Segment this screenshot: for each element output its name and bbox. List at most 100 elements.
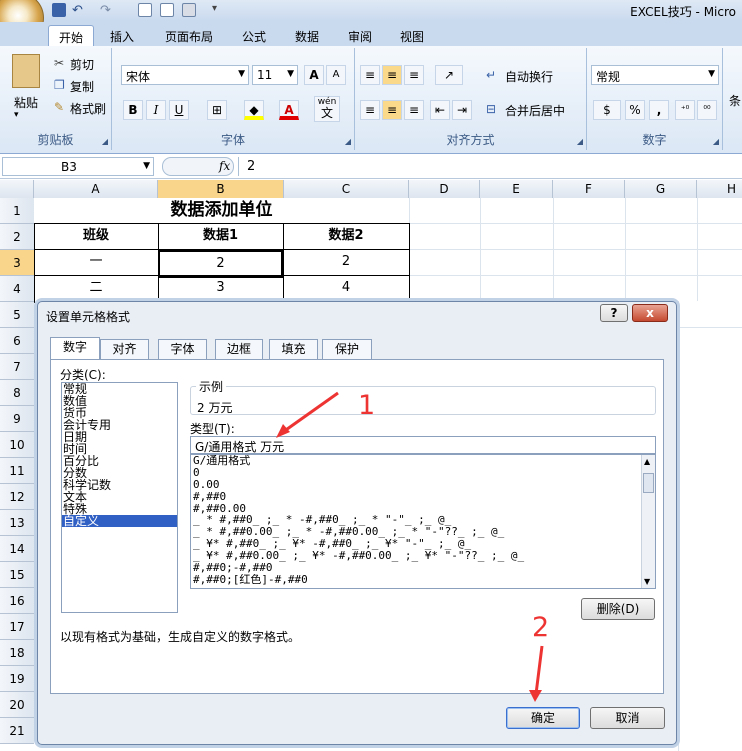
conditional-format-button[interactable]: 条 [729,92,741,109]
tab-alignment[interactable]: 对齐 [100,339,149,359]
category-item-selected[interactable]: 自定义 [62,515,177,527]
top-align-icon[interactable]: ≡ [360,65,380,85]
format-item[interactable]: #,##0;-#,##0 [191,562,655,574]
middle-align-icon[interactable]: ≡ [382,65,402,85]
paste-icon[interactable] [12,54,40,88]
percent-button[interactable]: % [625,100,645,120]
tab-fill[interactable]: 填充 [269,339,318,359]
format-list-scrollbar[interactable]: ▲ ▼ [641,455,655,588]
format-item[interactable]: 0 [191,467,655,479]
row-header[interactable]: 8 [0,380,34,406]
paste-dropdown-icon[interactable]: ▾ [14,110,19,120]
shrink-font-button[interactable]: A [326,65,346,85]
decrease-decimal-icon[interactable]: ⁰⁰ [697,100,717,120]
column-header-f[interactable]: F [553,180,625,198]
row-header[interactable]: 19 [0,666,34,692]
orientation-icon[interactable]: ↗ [435,65,463,85]
phonetic-button[interactable]: wén 文 [314,96,340,122]
undo-icon[interactable]: ↶ [72,3,86,18]
category-item[interactable]: 分数 [62,467,177,479]
table-cell[interactable]: 4 [283,276,409,300]
formula-input[interactable]: 2 [238,157,740,176]
row-header[interactable]: 12 [0,484,34,510]
delete-button[interactable]: 删除(D) [581,598,655,620]
tab-number[interactable]: 数字 [50,337,100,360]
format-item[interactable]: #,##0 [191,491,655,503]
tab-formulas[interactable]: 公式 [232,25,276,46]
row-header[interactable]: 4 [0,276,34,302]
column-header-a[interactable]: A [34,180,158,198]
row-header[interactable]: 20 [0,692,34,718]
tab-protection[interactable]: 保护 [322,339,372,359]
comma-button[interactable]: , [649,100,669,120]
row-header[interactable]: 9 [0,406,34,432]
customize-qat-icon[interactable]: ▾ [212,3,226,17]
row-header[interactable]: 7 [0,354,34,380]
category-list[interactable]: 常规 数值 货币 会计专用 日期 时间 百分比 分数 科学记数 文本 特殊 自定… [61,382,178,613]
tab-review[interactable]: 审阅 [338,25,382,46]
font-size-combo[interactable]: 11 ▼ [252,65,298,85]
row-header[interactable]: 5 [0,302,34,328]
column-header-b[interactable]: B [158,180,284,198]
increase-decimal-icon[interactable]: ⁺⁰ [675,100,695,120]
column-header-h[interactable]: H [697,180,742,198]
borders-icon[interactable]: ⊞ [207,100,227,120]
scroll-up-icon[interactable]: ▲ [644,457,650,466]
number-format-combo[interactable]: 常规 ▼ [591,65,719,85]
select-all-corner[interactable] [0,180,34,198]
underline-button[interactable]: U [169,100,189,120]
row-header[interactable]: 16 [0,588,34,614]
copy-button[interactable]: 复制 [70,78,94,95]
category-item[interactable]: 百分比 [62,455,177,467]
column-header-g[interactable]: G [625,180,697,198]
tab-insert[interactable]: 插入 [100,25,144,46]
format-item[interactable]: _ ¥* #,##0.00_ ;_ ¥* -#,##0.00_ ;_ ¥* "-… [191,550,655,562]
format-item[interactable]: #,##0;[红色]-#,##0 [191,574,655,586]
table-cell[interactable]: 2 [283,250,409,274]
row-header[interactable]: 18 [0,640,34,666]
ok-button[interactable]: 确定 [506,707,580,729]
font-color-icon[interactable]: A [279,100,299,120]
merge-center-button[interactable]: 合并后居中 [505,102,565,119]
row-header[interactable]: 3 [0,250,34,276]
row-header[interactable]: 14 [0,536,34,562]
table-cell[interactable]: 3 [158,276,283,300]
bold-button[interactable]: B [123,100,143,120]
format-item[interactable]: G/通用格式 [191,455,655,467]
sheet-title[interactable]: 数据添加单位 [34,198,409,223]
print-preview-icon[interactable] [160,3,174,17]
align-left-icon[interactable]: ≡ [360,100,380,120]
category-item[interactable]: 时间 [62,443,177,455]
category-item[interactable]: 常规 [62,383,177,395]
format-item[interactable]: _ ¥* #,##0_ ;_ ¥* -#,##0_ ;_ ¥* "-"_ ;_ … [191,538,655,550]
row-header[interactable]: 21 [0,718,34,744]
cancel-button[interactable]: 取消 [590,707,665,729]
tab-view[interactable]: 视图 [390,25,434,46]
category-item[interactable]: 日期 [62,431,177,443]
align-right-icon[interactable]: ≡ [404,100,424,120]
row-header[interactable]: 10 [0,432,34,458]
tab-border[interactable]: 边框 [215,339,263,359]
wrap-text-button[interactable]: 自动换行 [505,68,553,85]
function-icon[interactable]: fx [219,159,230,173]
format-list[interactable]: G/通用格式 0 0.00 #,##0 #,##0.00 _ * #,##0_ … [190,454,656,589]
table-header-cell[interactable]: 数据2 [283,224,409,248]
row-header[interactable]: 1 [0,198,34,224]
table-cell-selected[interactable]: 2 [158,250,283,278]
format-item[interactable]: #,##0.00 [191,503,655,515]
column-header-e[interactable]: E [480,180,553,198]
paste-button[interactable]: 粘贴 [14,94,38,111]
category-item[interactable]: 科学记数 [62,479,177,491]
row-header[interactable]: 11 [0,458,34,484]
table-header-cell[interactable]: 班级 [34,224,158,248]
row-header[interactable]: 13 [0,510,34,536]
italic-button[interactable]: I [146,100,166,120]
row-header[interactable]: 2 [0,224,34,250]
table-header-cell[interactable]: 数据1 [158,224,283,248]
tab-font[interactable]: 字体 [158,339,207,359]
chevron-down-icon[interactable]: ▼ [143,161,150,171]
row-header[interactable]: 17 [0,614,34,640]
number-launcher-icon[interactable]: ◢ [713,137,719,146]
fill-color-icon[interactable]: ◆ [244,100,264,120]
new-icon[interactable] [138,3,152,17]
